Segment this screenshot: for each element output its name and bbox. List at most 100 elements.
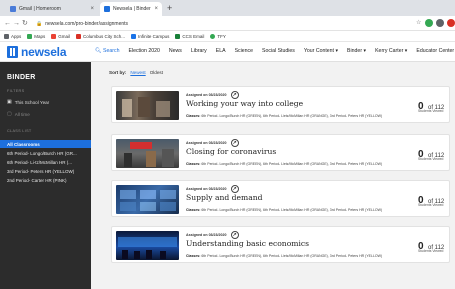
nav-search[interactable]: 🔍︎ Search	[95, 48, 119, 54]
assignment-classes: Classes: 6th Period- Longo/Burch HR (GRE…	[186, 162, 383, 166]
students-viewed-label: Students Viewed	[418, 249, 444, 253]
browser-tab-gmail[interactable]: Gmail | Homeroom ×	[6, 2, 98, 16]
sort-oldest[interactable]: Oldest	[150, 70, 163, 75]
browser-nav-bar: ← → ↻ 🔒 newsela.com/pro-binder/assignmen…	[0, 16, 455, 31]
sort-bar: Sort by: Newest Oldest	[109, 70, 163, 75]
newsela-favicon-icon	[104, 6, 110, 12]
tab-label: Gmail | Homeroom	[19, 6, 61, 12]
nav-educator-center[interactable]: Educator Center	[416, 48, 454, 54]
class-list-label: CLASS LIST	[7, 129, 32, 133]
class-item[interactable]: 6th Period- Longo/Burch HR (GR...	[0, 149, 91, 157]
assigned-date: Assigned on 03/23/2020	[186, 93, 227, 97]
url-text: newsela.com/pro-binder/assignments	[45, 20, 129, 27]
back-icon[interactable]: ←	[4, 18, 11, 29]
share-icon[interactable]: ↗	[230, 139, 239, 147]
bookmarks-bar: Apps Maps Gmail Columbus City Sch... Inf…	[0, 31, 455, 42]
assignment-title[interactable]: Understanding basic economics	[186, 239, 309, 248]
assignment-title[interactable]: Closing for coronavirus	[186, 147, 276, 156]
star-icon[interactable]: ☆	[416, 18, 421, 29]
assignment-classes: Classes: 6th Period- Longo/Burch HR (GRE…	[186, 254, 383, 258]
bookmark-apps[interactable]: Apps	[4, 33, 21, 39]
assignment-classes: Classes: 6th Period- Longo/Burch HR (GRE…	[186, 114, 383, 118]
filter-this-school-year[interactable]: ▣ This School Year	[7, 99, 49, 105]
classroom-photo-icon	[122, 97, 170, 117]
email-icon	[175, 33, 181, 39]
lock-icon: 🔒	[36, 20, 43, 27]
assigned-date: Assigned on 03/23/2020	[186, 233, 227, 237]
nav-news[interactable]: News	[169, 48, 182, 54]
class-item[interactable]: 2nd Period- Carter HR (PINK)	[0, 176, 91, 184]
close-tab-icon[interactable]: ×	[154, 6, 158, 12]
reload-icon[interactable]: ↻	[22, 18, 28, 29]
nav-your-content[interactable]: Your Content ▾	[304, 48, 338, 54]
share-icon[interactable]: ↗	[230, 185, 239, 193]
close-tab-icon[interactable]: ×	[90, 6, 94, 12]
article-thumbnail	[116, 185, 179, 214]
market-screens-photo-icon	[120, 190, 176, 211]
assignment-card[interactable]: Assigned on 03/23/2020 ↗ Supply and dema…	[111, 180, 450, 217]
extension-icon[interactable]	[447, 19, 455, 27]
extension-icon[interactable]	[425, 19, 433, 27]
assignment-card[interactable]: Assigned on 03/23/2020 ↗ Understanding b…	[111, 226, 450, 263]
app-header: newsela 🔍︎ Search Election 2020 News Lib…	[0, 42, 455, 62]
tab-label: Newsela | Binder	[113, 6, 151, 12]
newsela-logo[interactable]: newsela	[7, 45, 66, 59]
campus-icon	[131, 33, 137, 39]
class-item[interactable]: 3rd Period- Peters HR (YELLOW)	[0, 167, 91, 175]
nav-user-menu[interactable]: Kerry Carter ▾	[375, 48, 407, 54]
closed-sign-photo-icon	[124, 142, 174, 167]
calendar-icon: ▣	[7, 99, 12, 105]
new-tab-icon[interactable]: +	[167, 2, 172, 14]
sidebar-title: BINDER	[7, 74, 36, 81]
assigned-date-row: Assigned on 03/23/2020 ↗	[186, 231, 239, 239]
assignment-title[interactable]: Supply and demand	[186, 193, 262, 202]
browser-tab-newsela[interactable]: Newsela | Binder ×	[100, 2, 162, 16]
assigned-date: Assigned on 03/23/2020	[186, 187, 227, 191]
nav-ela[interactable]: ELA	[216, 48, 226, 54]
gmail-favicon-icon	[10, 6, 16, 12]
article-thumbnail	[116, 231, 179, 260]
nav-binder[interactable]: Binder ▾	[347, 48, 366, 54]
checkbox-icon: ▢	[7, 111, 12, 117]
browser-tab-bar: Gmail | Homeroom × Newsela | Binder × +	[0, 0, 455, 16]
profile-avatar-icon[interactable]	[436, 19, 444, 27]
bookmark-gmail[interactable]: Gmail	[51, 33, 70, 39]
sort-newest[interactable]: Newest	[130, 70, 145, 75]
students-viewed-label: Students Viewed	[418, 157, 444, 161]
filter-all-time[interactable]: ▢ All time	[7, 111, 30, 117]
nav-library[interactable]: Library	[191, 48, 207, 54]
nav-social-studies[interactable]: Social Studies	[262, 48, 295, 54]
students-viewed-label: Students Viewed	[418, 203, 444, 207]
sort-label: Sort by:	[109, 70, 127, 75]
apps-grid-icon	[4, 33, 9, 39]
assignments-main: Sort by: Newest Oldest Assigned on 03/23…	[91, 62, 455, 289]
class-all-classrooms[interactable]: All Classrooms	[0, 140, 91, 148]
assignment-card[interactable]: Assigned on 03/23/2020 ↗ Working your wa…	[111, 86, 450, 123]
nav-election-2020[interactable]: Election 2020	[128, 48, 159, 54]
bookmark-tfy[interactable]: TFY	[210, 33, 226, 39]
assigned-date-row: Assigned on 03/23/2020 ↗	[186, 91, 239, 99]
article-thumbnail	[116, 91, 179, 120]
share-icon[interactable]: ↗	[230, 231, 239, 239]
bookmark-ccs-email[interactable]: CCS Email	[175, 33, 204, 39]
filters-label: FILTERS	[7, 89, 25, 93]
assignment-classes: Classes: 6th Period- Longo/Burch HR (GRE…	[186, 208, 383, 212]
nav-science[interactable]: Science	[235, 48, 253, 54]
assignment-title[interactable]: Working your way into college	[186, 99, 303, 108]
school-icon	[76, 33, 82, 39]
assignment-card[interactable]: Assigned on 03/23/2020 ↗ Closing for cor…	[111, 134, 450, 171]
binder-sidebar: BINDER FILTERS ▣ This School Year ▢ All …	[0, 62, 91, 289]
article-thumbnail	[116, 139, 179, 168]
maps-icon	[27, 33, 33, 39]
address-bar[interactable]: 🔒 newsela.com/pro-binder/assignments	[34, 18, 414, 29]
forward-icon[interactable]: →	[13, 18, 20, 29]
assigned-date-row: Assigned on 03/23/2020 ↗	[186, 139, 239, 147]
newsela-logo-icon	[7, 46, 18, 58]
share-icon[interactable]: ↗	[230, 91, 239, 99]
bookmark-maps[interactable]: Maps	[27, 33, 45, 39]
trading-floor-photo-icon	[118, 237, 177, 259]
gmail-icon	[51, 33, 57, 39]
class-item[interactable]: 6th Period- Li-tz/McMillan HR (...	[0, 158, 91, 166]
bookmark-infinite-campus[interactable]: Infinite Campus	[131, 33, 169, 39]
bookmark-columbus[interactable]: Columbus City Sch...	[76, 33, 125, 39]
